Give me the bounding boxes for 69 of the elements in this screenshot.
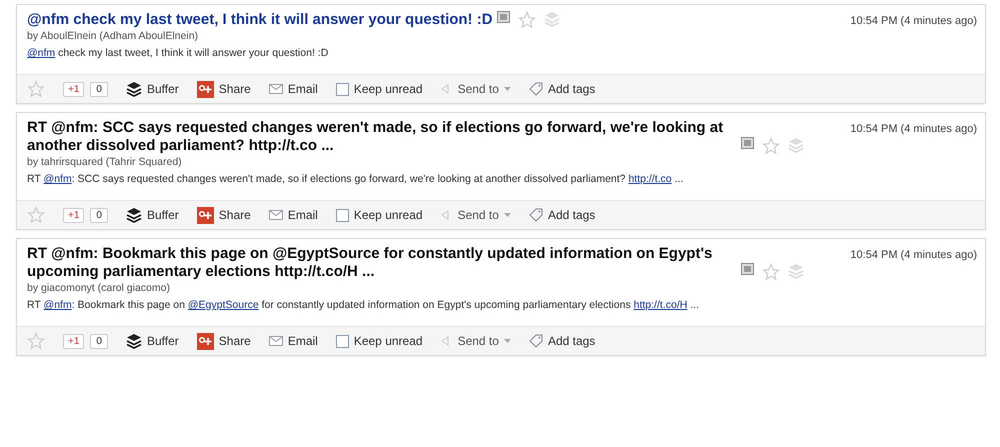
add-tags-button[interactable]: Add tags bbox=[528, 334, 596, 348]
image-icon bbox=[496, 11, 510, 23]
keep-unread-checkbox[interactable]: Keep unread bbox=[336, 208, 423, 222]
star-icon[interactable] bbox=[27, 332, 45, 350]
entry-time: 10:54 PM (4 minutes ago) bbox=[850, 14, 977, 29]
caret-icon bbox=[504, 339, 511, 343]
snippet-link[interactable]: @nfm bbox=[44, 299, 72, 311]
plus-one-button[interactable]: +1 bbox=[63, 82, 84, 96]
image-icon bbox=[741, 137, 754, 149]
add-tags-button[interactable]: Add tags bbox=[528, 208, 596, 222]
entry-snippet: RT @nfm: Bookmark this page on @EgyptSource for constantly updated information on Egypt's upcoming parliamentary elections http://t.co/H ... bbox=[27, 299, 700, 312]
plus-one-button[interactable]: +1 bbox=[63, 334, 84, 348]
author-line: by giacomonyt (carol giacomo) bbox=[27, 282, 171, 294]
envelope-icon bbox=[268, 336, 283, 346]
envelope-icon bbox=[268, 84, 283, 94]
entry-title[interactable]: RT @nfm: SCC says requested changes weren't made, so if elections go forward, we're looking at another dissolved parliament? http://t.co ... bbox=[27, 119, 737, 155]
layers-icon bbox=[126, 333, 142, 349]
author-line: by tahrirsquared (Tahrir Squared) bbox=[27, 156, 183, 168]
layers-icon bbox=[788, 263, 804, 279]
snippet-link[interactable]: @EgyptSource bbox=[188, 299, 259, 311]
author-line: by AboulElnein (Adham AboulElnein) bbox=[27, 30, 200, 42]
envelope-icon bbox=[268, 210, 283, 220]
share-button[interactable]: Share bbox=[196, 206, 251, 224]
share-button[interactable]: Share bbox=[196, 332, 251, 350]
entry-time: 10:54 PM (4 minutes ago) bbox=[850, 122, 977, 137]
email-button[interactable]: Email bbox=[268, 82, 318, 96]
entry-snippet: @nfm check my last tweet, I think it will answer your question! :D bbox=[27, 47, 330, 60]
google-plus-icon bbox=[196, 80, 214, 98]
star-icon[interactable] bbox=[762, 263, 780, 281]
star-icon[interactable] bbox=[762, 137, 780, 155]
buffer-button[interactable]: Buffer bbox=[126, 81, 179, 97]
entry-snippet: RT @nfm: SCC says requested changes weren't made, so if elections go forward, we're looking at another dissolved parliament? http://t.co ... bbox=[27, 173, 684, 186]
buffer-button[interactable]: Buffer bbox=[126, 207, 179, 223]
entry-title[interactable]: @nfm check my last tweet, I think it will answer your question! :D bbox=[27, 11, 493, 29]
keep-unread-checkbox[interactable]: Keep unread bbox=[336, 334, 423, 348]
entry-title[interactable]: RT @nfm: Bookmark this page on @EgyptSource for constantly updated information on Egypt's upcoming parliamentary elections http://t.co/H ... bbox=[27, 245, 737, 281]
layers-icon bbox=[788, 137, 804, 153]
image-icon bbox=[741, 263, 754, 275]
layers-icon bbox=[544, 11, 560, 27]
caret-icon bbox=[504, 87, 511, 91]
caret-icon bbox=[504, 213, 511, 217]
email-button[interactable]: Email bbox=[268, 208, 318, 222]
google-plus-icon bbox=[196, 332, 214, 350]
buffer-button[interactable]: Buffer bbox=[126, 333, 179, 349]
snippet-link[interactable]: http://t.co/H bbox=[634, 299, 688, 311]
entry-time: 10:54 PM (4 minutes ago) bbox=[850, 248, 977, 263]
layers-icon bbox=[126, 81, 142, 97]
send-to-dropdown[interactable]: Send to bbox=[440, 208, 511, 222]
snippet-link[interactable]: @nfm bbox=[27, 47, 56, 59]
star-icon[interactable] bbox=[27, 80, 45, 98]
plus-one-count: 0 bbox=[90, 208, 108, 222]
plus-one-count: 0 bbox=[90, 334, 108, 348]
share-button[interactable]: Share bbox=[196, 80, 251, 98]
star-icon[interactable] bbox=[518, 11, 536, 29]
snippet-link[interactable]: @nfm bbox=[44, 173, 72, 185]
add-tags-button[interactable]: Add tags bbox=[528, 82, 596, 96]
layers-icon bbox=[126, 207, 142, 223]
tag-icon bbox=[528, 208, 543, 222]
email-button[interactable]: Email bbox=[268, 334, 318, 348]
star-icon[interactable] bbox=[27, 206, 45, 224]
plus-one-count: 0 bbox=[90, 82, 108, 96]
keep-unread-checkbox[interactable]: Keep unread bbox=[336, 82, 423, 96]
tag-icon bbox=[528, 82, 543, 96]
google-plus-icon bbox=[196, 206, 214, 224]
send-to-dropdown[interactable]: Send to bbox=[440, 334, 511, 348]
plus-one-button[interactable]: +1 bbox=[63, 208, 84, 222]
send-to-dropdown[interactable]: Send to bbox=[440, 82, 511, 96]
tag-icon bbox=[528, 334, 543, 348]
snippet-link[interactable]: http://t.co bbox=[628, 173, 672, 185]
